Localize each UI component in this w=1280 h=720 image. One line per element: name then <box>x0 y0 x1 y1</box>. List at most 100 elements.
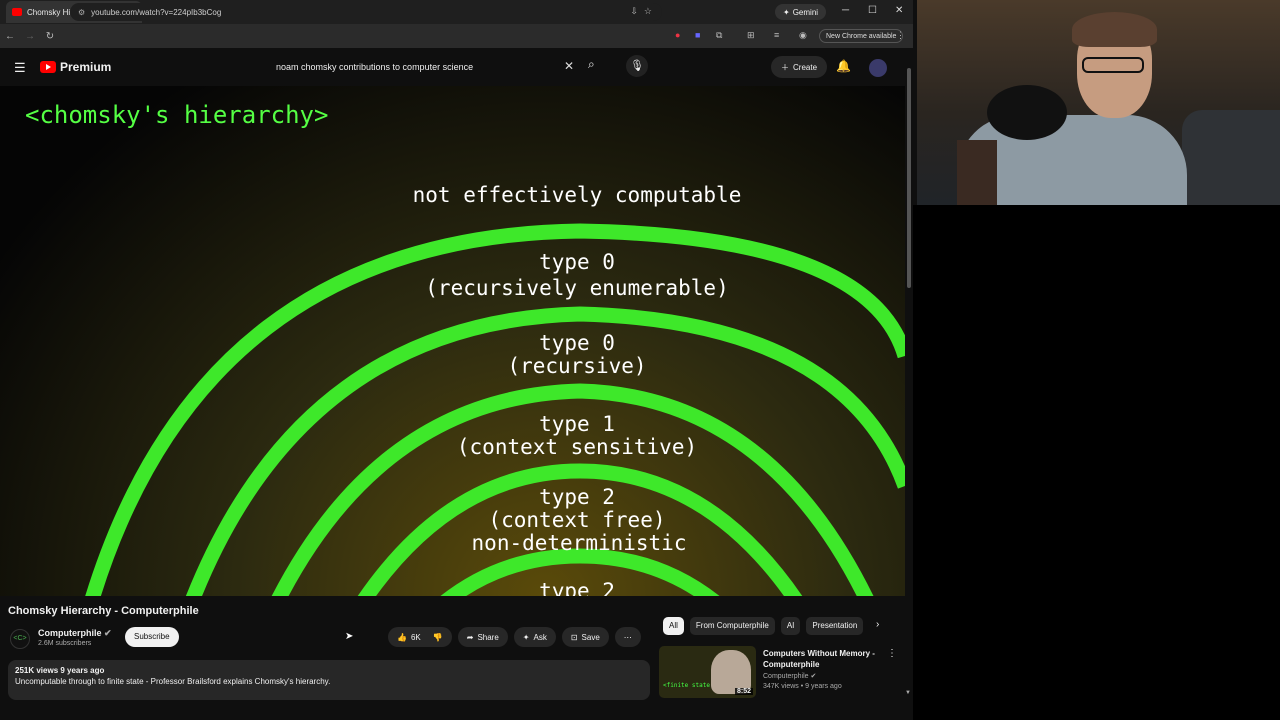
search-input[interactable]: noam chomsky contributions to computer s… <box>268 56 580 78</box>
ask-label: Ask <box>533 632 547 642</box>
screen: Chomsky Hierarchy - Comp 🔊 ✕ + ✦ Gemini … <box>0 0 1280 720</box>
chip-from-computerphile[interactable]: From Computerphile <box>689 617 775 635</box>
outer-label: not effectively computable <box>413 183 742 207</box>
extension-icon[interactable]: ■ <box>695 30 700 40</box>
ring4-extra: non-deterministic <box>472 531 687 555</box>
close-window-icon[interactable]: ✕ <box>895 5 903 16</box>
video-player[interactable]: <chomsky's hierarchy> not effectively co… <box>0 86 905 596</box>
search-query: noam chomsky contributions to computer s… <box>276 62 474 72</box>
extensions-puzzle-icon[interactable]: ⊞ <box>747 30 755 41</box>
page-scrollbar[interactable]: ▼ <box>905 60 913 700</box>
youtube-play-icon <box>40 61 56 73</box>
url-text: youtube.com/watch?v=224pIb3bCog <box>91 7 222 17</box>
notifications-bell-icon[interactable]: 🔔 <box>836 59 851 73</box>
scrollbar-thumb[interactable] <box>907 68 911 288</box>
ring3-type: type 1 <box>539 412 615 436</box>
back-icon[interactable]: ← <box>0 31 20 42</box>
youtube-masthead: ☰ Premium noam chomsky contributions to … <box>0 48 913 86</box>
recommended-video[interactable]: <finite state automata> 8:52 Computers W… <box>659 646 905 700</box>
gemini-label: Gemini <box>792 7 819 17</box>
hierarchy-diagram: <chomsky's hierarchy> not effectively co… <box>25 101 905 596</box>
more-actions-button[interactable]: ⋯ <box>614 627 641 647</box>
ring4-desc: (context free) <box>488 508 665 532</box>
reload-icon[interactable]: ↻ <box>40 31 60 42</box>
person-hair <box>1072 12 1157 47</box>
search-icon[interactable]: ⌕ <box>588 57 595 72</box>
video-actions: 👍 6K 👎 ➦ Share ✦ Ask ⊡ Save ⋯ <box>388 627 641 647</box>
recommended-channel[interactable]: Computerphile ✔ <box>763 672 816 680</box>
extension-icon[interactable]: ⧉ <box>716 30 722 41</box>
person-arm <box>957 140 997 205</box>
maximize-icon[interactable]: ☐ <box>868 5 877 16</box>
address-bar[interactable]: ⚙ youtube.com/watch?v=224pIb3bCog ⇩ ☆ <box>70 3 662 21</box>
video-thumbnail[interactable]: <finite state automata> 8:52 <box>659 646 756 698</box>
couch <box>1182 110 1280 205</box>
subscribe-button[interactable]: Subscribe <box>125 627 179 647</box>
extension-icon[interactable]: ● <box>675 30 680 40</box>
related-chips: All From Computerphile AI Presentation <box>663 617 864 635</box>
save-label: Save <box>581 632 600 642</box>
plus-icon: ＋ <box>781 62 789 72</box>
account-avatar[interactable] <box>869 59 887 77</box>
ring4-type: type 2 <box>539 485 615 509</box>
recommended-title[interactable]: Computers Without Memory - Computerphile <box>763 648 881 670</box>
chip-presentation[interactable]: Presentation <box>806 617 864 635</box>
verified-icon: ✔ <box>104 628 112 638</box>
like-count: 6K <box>410 632 421 642</box>
youtube-logo[interactable]: Premium <box>40 60 111 74</box>
youtube-favicon-icon <box>12 8 22 16</box>
channel-name[interactable]: Computerphile ✔ <box>38 628 112 639</box>
ring2-type: type 0 <box>539 331 615 355</box>
media-icon[interactable]: ≡ <box>774 30 779 40</box>
menu-icon[interactable]: ☰ <box>14 60 26 76</box>
bookmark-star-icon[interactable]: ☆ <box>644 6 652 17</box>
mouse-cursor-icon: ➤ <box>345 631 354 642</box>
webcam-overlay <box>917 0 1280 205</box>
more-icon: ⋯ <box>623 632 632 642</box>
minimize-icon[interactable]: ─ <box>842 5 849 16</box>
chip-all[interactable]: All <box>663 617 684 635</box>
ask-button[interactable]: ✦ Ask <box>513 627 556 647</box>
sparkle-icon: ✦ <box>783 7 790 17</box>
glasses <box>1082 57 1144 73</box>
scroll-down-icon[interactable]: ▼ <box>905 690 911 696</box>
brand-label: Premium <box>60 60 112 74</box>
sparkle-icon: ✦ <box>522 632 530 642</box>
bookmark-icon: ⊡ <box>570 632 578 642</box>
video-duration: 8:52 <box>734 688 753 695</box>
like-button[interactable]: 👍 6K 👎 <box>388 627 452 647</box>
install-icon[interactable]: ⇩ <box>630 6 638 17</box>
thumbs-up-icon: 👍 <box>397 632 407 642</box>
verified-icon: ✔ <box>810 673 817 680</box>
microphone <box>987 85 1067 140</box>
description-text: Uncomputable through to finite state - P… <box>15 677 331 686</box>
gemini-button[interactable]: ✦ Gemini <box>775 4 827 20</box>
site-info-icon[interactable]: ⚙ <box>78 8 85 17</box>
chrome-menu-icon[interactable]: ⋮ <box>896 30 905 41</box>
new-chrome-available-button[interactable]: New Chrome available <box>819 29 904 43</box>
create-button[interactable]: ＋ Create <box>771 56 828 78</box>
description-box[interactable]: 251K views 9 years ago Uncomputable thro… <box>8 660 650 700</box>
profile-icon[interactable]: ◉ <box>799 30 807 41</box>
share-icon: ➦ <box>466 632 474 642</box>
more-options-icon[interactable]: ⋮ <box>887 648 897 659</box>
dislike-icon[interactable]: 👎 <box>433 633 443 642</box>
subscriber-count: 2.6M subscribers <box>38 640 92 647</box>
share-button[interactable]: ➦ Share <box>457 627 508 647</box>
chevron-right-icon[interactable]: › <box>876 619 879 630</box>
microphone-icon[interactable]: 🎙 <box>626 55 648 77</box>
channel-avatar[interactable]: <C> <box>10 629 30 649</box>
empty-area <box>913 205 1280 720</box>
ring3-desc: (context sensitive) <box>457 435 697 459</box>
recommended-meta: 347K views • 9 years ago <box>763 683 842 690</box>
forward-icon[interactable]: → <box>20 31 40 42</box>
chip-ai[interactable]: AI <box>780 617 801 635</box>
video-title: Chomsky Hierarchy - Computerphile <box>8 605 199 617</box>
slide-heading: <chomsky's hierarchy> <box>25 101 328 129</box>
create-label: Create <box>793 62 818 72</box>
ring1-desc: (recursively enumerable) <box>425 276 728 300</box>
views-date: 251K views 9 years ago <box>15 666 105 675</box>
ring5-type: type 2 <box>539 579 615 596</box>
save-button[interactable]: ⊡ Save <box>561 627 609 647</box>
clear-search-icon[interactable]: ✕ <box>564 59 574 73</box>
